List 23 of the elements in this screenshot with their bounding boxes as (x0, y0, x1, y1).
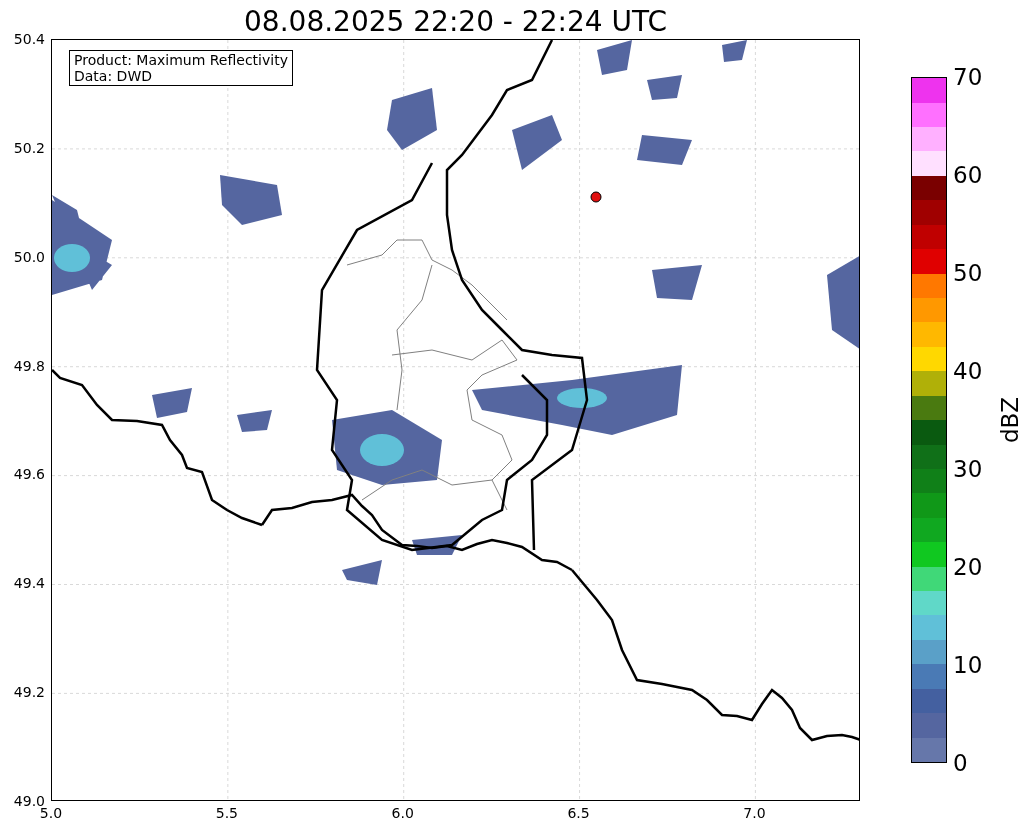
y-tick-label: 50.2 (13, 139, 45, 156)
chart-title: 08.08.2025 22:20 - 22:24 UTC (244, 5, 667, 39)
info-text: Product: Maximum Reflectivity (74, 52, 288, 68)
colorbar-tick-label: 70 (953, 64, 983, 90)
y-tick-label: 49.4 (13, 575, 45, 592)
x-tick-label: 7.0 (743, 805, 766, 821)
y-tick-label: 49.8 (13, 357, 45, 374)
colorbar-tick-label: 20 (953, 554, 983, 580)
colorbar-tick-label: 60 (953, 162, 983, 188)
colorbar-tick-label: 0 (953, 750, 968, 776)
colorbar-tick-label: 30 (953, 456, 983, 482)
y-tick-label: 49.2 (13, 684, 45, 701)
x-tick-label: 6.5 (567, 805, 590, 821)
y-tick-label: 50.0 (13, 248, 45, 265)
info-text: Data: DWD (74, 68, 153, 84)
colorbar-tick-label: 50 (953, 260, 983, 286)
colorbar-tick-label: 10 (953, 652, 983, 678)
y-tick-label: 50.4 (13, 31, 45, 47)
y-tick-label: 49.6 (13, 466, 45, 483)
colorbar-label: dBZ (997, 396, 1023, 444)
x-tick-label: 6.0 (391, 805, 414, 821)
x-tick-label: 5.5 (215, 805, 238, 821)
colorbar-tick-label: 40 (953, 358, 983, 384)
